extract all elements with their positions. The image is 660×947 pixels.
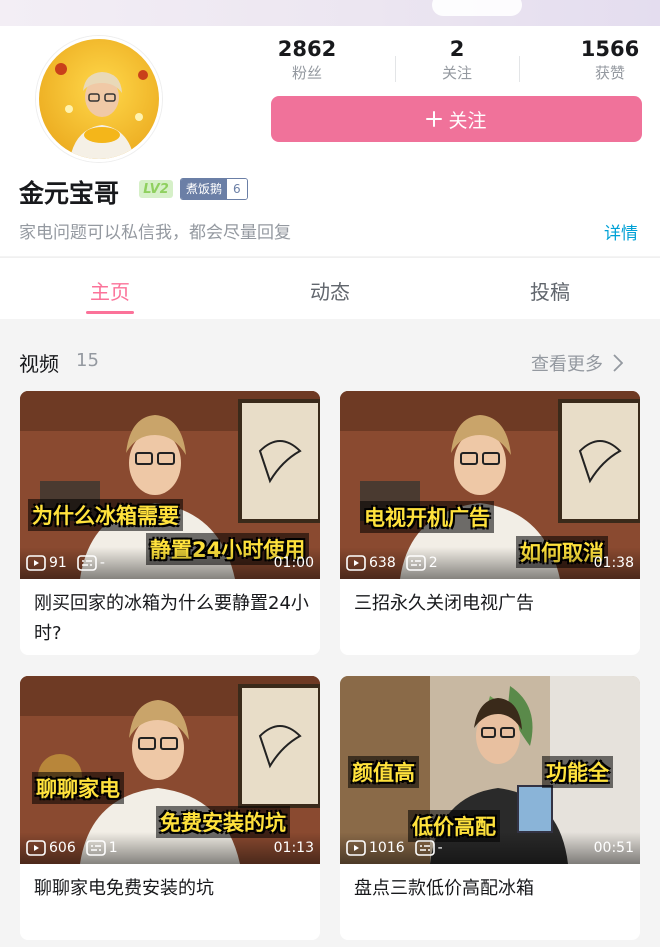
follow-label: 关注	[448, 110, 487, 132]
stat-divider	[395, 56, 396, 82]
active-tab-indicator	[86, 311, 134, 314]
plus-icon	[426, 111, 443, 127]
tab-dynamics[interactable]: 动态	[270, 276, 390, 305]
danmaku-count-icon	[405, 555, 426, 571]
thumb-caption: 功能全	[542, 756, 613, 788]
video-duration: 01:00	[273, 555, 314, 571]
danmaku-count: 1	[108, 840, 118, 856]
video-meta: 606 1 01:13	[20, 832, 320, 864]
view-more-link[interactable]: 查看更多	[531, 350, 623, 376]
section-title: 视频	[19, 352, 59, 376]
play-count: 606	[49, 840, 76, 856]
stat-label: 关注	[441, 64, 472, 82]
danmaku-count-icon	[77, 555, 97, 571]
danmaku-count: -	[437, 840, 443, 856]
stat-label: 获赞	[594, 64, 625, 82]
medal-level: 6	[227, 179, 247, 199]
danmaku-count-icon	[414, 840, 435, 856]
stat-fans[interactable]: 2862 粉丝	[252, 36, 362, 84]
follow-button[interactable]: 关注	[271, 96, 642, 142]
stat-value: 2862	[277, 37, 337, 61]
medal-name: 煮饭鹅	[181, 179, 228, 199]
username: 金元宝哥	[19, 179, 120, 208]
play-count: 638	[369, 555, 396, 571]
video-meta: 638 2 01:38	[340, 547, 640, 579]
video-title: 盘点三款低价高配冰箱	[354, 878, 534, 899]
video-card[interactable]: 为什么冰箱需要 静置24小时使用 91 - 01:00 刚买回家的冰箱为什么要静…	[20, 391, 320, 655]
play-count-icon	[346, 840, 366, 856]
video-meta: 91 - 01:00	[20, 547, 320, 579]
stat-value: 2	[449, 37, 465, 61]
thumb-caption: 电视开机广告	[360, 501, 494, 533]
danmaku-count: -	[99, 555, 105, 571]
video-duration: 00:51	[593, 840, 634, 856]
tab-uploads[interactable]: 投稿	[490, 276, 610, 305]
video-meta: 1016 - 00:51	[340, 832, 640, 864]
video-card[interactable]: 电视开机广告 如何取消 638 2 01:38 三招永久关闭电视广告	[340, 391, 640, 655]
play-count: 91	[49, 555, 67, 571]
play-count: 1016	[369, 840, 405, 856]
avatar[interactable]	[36, 36, 162, 162]
tab-home[interactable]: 主页	[50, 276, 170, 305]
video-duration: 01:38	[593, 555, 634, 571]
play-count-icon	[26, 840, 46, 856]
video-title: 三招永久关闭电视广告	[354, 593, 534, 614]
stat-label: 粉丝	[291, 64, 322, 82]
video-card[interactable]: 颜值高 功能全 低价高配 1016 - 00:51 盘点三款低价高配冰箱	[340, 676, 640, 940]
stat-likes: 1566 获赞	[555, 36, 660, 84]
view-more-label: 查看更多	[531, 354, 603, 375]
danmaku-count: 2	[428, 555, 438, 571]
section-count: 15	[76, 350, 99, 371]
video-title: 聊聊家电免费安装的坑	[34, 878, 214, 899]
signature: 家电问题可以私信我，都会尽量回复	[19, 223, 291, 243]
thumb-caption: 颜值高	[348, 756, 419, 788]
video-card[interactable]: 聊聊家电 免费安装的坑 606 1 01:13 聊聊家电免费安装的坑	[20, 676, 320, 940]
play-count-icon	[346, 555, 366, 571]
detail-link[interactable]: 详情	[604, 219, 638, 244]
chevron-right-icon	[613, 354, 623, 372]
video-title: 刚买回家的冰箱为什么要静置24小时?	[34, 593, 309, 644]
fan-medal[interactable]: 煮饭鹅 6	[180, 178, 248, 200]
play-count-icon	[26, 555, 46, 571]
profile-stats: 2862 粉丝 2 关注 1566 获赞	[272, 36, 642, 96]
danmaku-count-icon	[85, 840, 106, 856]
thumb-caption: 为什么冰箱需要	[28, 499, 183, 531]
profile-tabs: 主页 动态 投稿	[0, 257, 660, 319]
stat-value: 1566	[580, 37, 640, 61]
stat-following[interactable]: 2 关注	[402, 36, 512, 84]
profile-header: 2862 粉丝 2 关注 1566 获赞 关注 金元宝哥 LV2 煮饭鹅 6 家…	[0, 26, 660, 256]
level-badge: LV2	[139, 180, 173, 198]
profile-banner	[0, 0, 660, 26]
video-duration: 01:13	[273, 840, 314, 856]
stat-divider	[519, 56, 520, 82]
thumb-caption: 聊聊家电	[32, 772, 124, 804]
